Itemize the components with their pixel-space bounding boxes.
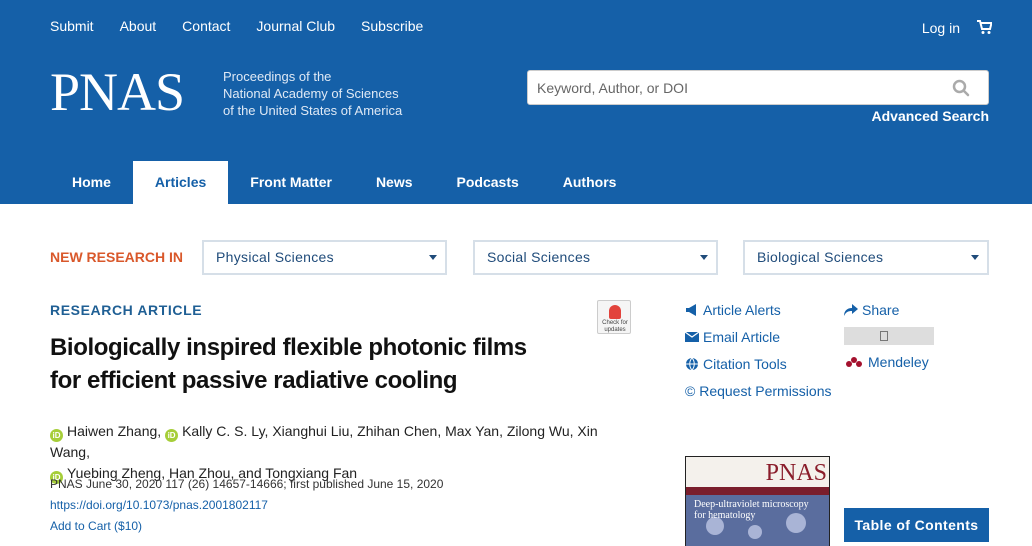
doi-link[interactable]: https://doi.org/10.1073/pnas.2001802117 [50, 495, 443, 516]
author-name[interactable]: Zilong Wu [507, 423, 570, 439]
title-line: for efficient passive radiative cooling [50, 367, 458, 394]
add-to-cart-link[interactable]: Add to Cart ($10) [50, 516, 443, 537]
article-type: RESEARCH ARTICLE [50, 302, 203, 318]
nav-journal-club[interactable]: Journal Club [256, 18, 335, 34]
share-widget[interactable] [844, 327, 934, 345]
caret-down-icon [971, 255, 979, 260]
tagline-line: of the United States of America [223, 103, 403, 118]
orcid-icon[interactable]: iD [50, 429, 63, 442]
cover-masthead: PNAS [686, 457, 829, 487]
orcid-icon[interactable]: iD [165, 429, 179, 442]
cover-headline: Deep-ultraviolet microscopy for hematolo… [694, 499, 809, 521]
citation-tools-link[interactable]: Citation Tools [685, 356, 787, 372]
tool-label: Citation Tools [703, 356, 787, 372]
check-for-updates-badge[interactable]: Check for updates [597, 300, 631, 334]
search-icon[interactable] [952, 79, 970, 97]
tab-home[interactable]: Home [50, 161, 133, 204]
physical-sciences-dropdown[interactable]: Physical Sciences [202, 240, 447, 275]
top-nav: Submit About Contact Journal Club Subscr… [50, 18, 449, 34]
tagline-line: Proceedings of the [223, 69, 332, 84]
tool-label: Email Article [703, 329, 781, 345]
tab-podcasts[interactable]: Podcasts [435, 161, 541, 204]
nav-submit[interactable]: Submit [50, 18, 94, 34]
dropdown-label: Social Sciences [487, 249, 591, 265]
author-name[interactable]: Haiwen Zhang [67, 423, 157, 439]
mendeley-link[interactable]: Mendeley [844, 354, 929, 370]
author-name[interactable]: Xianghui Liu [272, 423, 349, 439]
tool-label: Share [862, 302, 900, 318]
title-line: Biologically inspired flexible photonic … [50, 334, 527, 361]
dropdown-label: Biological Sciences [757, 249, 884, 265]
main-nav: Home Articles Front Matter News Podcasts… [50, 161, 638, 204]
dropdown-label: Physical Sciences [216, 249, 334, 265]
nav-subscribe[interactable]: Subscribe [361, 18, 423, 34]
share-arrow-icon [844, 304, 858, 316]
search-input[interactable] [528, 71, 928, 104]
email-article-link[interactable]: Email Article [685, 329, 780, 345]
caret-down-icon [429, 255, 437, 260]
share-link[interactable]: Share [844, 302, 899, 318]
cart-icon[interactable] [976, 19, 992, 35]
request-permissions-link[interactable]: © Request Permissions [685, 383, 831, 399]
nav-about[interactable]: About [120, 18, 157, 34]
document-icon [880, 331, 888, 341]
login-link[interactable]: Log in [922, 20, 960, 36]
biological-sciences-dropdown[interactable]: Biological Sciences [743, 240, 989, 275]
journal-tagline: Proceedings of the National Academy of S… [223, 68, 402, 119]
cover-logo: PNAS [765, 460, 827, 486]
author-name[interactable]: Kally C. S. Ly [182, 423, 264, 439]
tagline-line: National Academy of Sciences [223, 86, 399, 101]
site-header: Submit About Contact Journal Club Subscr… [0, 0, 1032, 204]
tool-label: Article Alerts [703, 302, 781, 318]
mendeley-icon [846, 357, 862, 367]
new-research-label: NEW RESEARCH IN [50, 249, 184, 265]
nav-contact[interactable]: Contact [182, 18, 230, 34]
tab-articles[interactable]: Articles [132, 161, 229, 204]
globe-icon [686, 357, 698, 371]
journal-cover-image[interactable]: PNAS Deep-ultraviolet microscopy for hem… [685, 456, 830, 546]
social-sciences-dropdown[interactable]: Social Sciences [473, 240, 718, 275]
advanced-search-link[interactable]: Advanced Search [872, 108, 990, 124]
citation-line: PNAS June 30, 2020 117 (26) 14657-14666;… [50, 477, 444, 491]
search-box [527, 70, 989, 105]
table-of-contents-button[interactable]: Table of Contents [844, 508, 989, 542]
author-name[interactable]: Zhihan Chen [357, 423, 437, 439]
article-alerts-link[interactable]: Article Alerts [685, 302, 781, 318]
crossmark-icon [609, 305, 621, 319]
author-name[interactable]: Max Yan [445, 423, 499, 439]
check-updates-text: Check for updates [602, 320, 628, 333]
caret-down-icon [700, 255, 708, 260]
article-meta: PNAS June 30, 2020 117 (26) 14657-14666;… [50, 474, 443, 537]
tab-news[interactable]: News [354, 161, 435, 204]
envelope-icon [685, 331, 699, 342]
megaphone-icon [686, 304, 696, 316]
pnas-logo[interactable]: PNAS [50, 62, 185, 122]
tab-front-matter[interactable]: Front Matter [228, 161, 354, 204]
tab-authors[interactable]: Authors [541, 161, 639, 204]
tool-label: © Request Permissions [685, 383, 832, 399]
tool-label: Mendeley [868, 354, 929, 370]
article-title: Biologically inspired flexible photonic … [50, 331, 590, 397]
